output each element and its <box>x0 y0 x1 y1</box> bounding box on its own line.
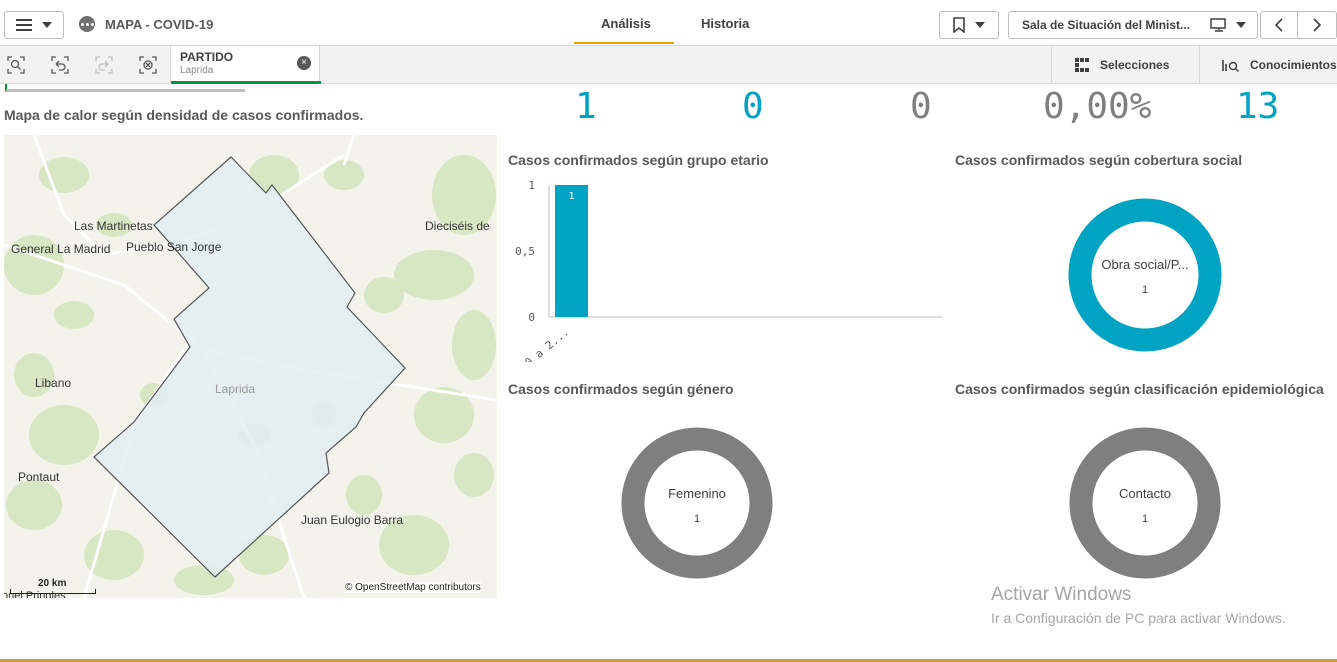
donut-label-coverage: Obra social/P... <box>1101 257 1189 272</box>
insights-button[interactable]: Conocimientos <box>1199 46 1337 84</box>
menu-icon <box>16 19 32 31</box>
tab-historia[interactable]: Historia <box>701 16 749 31</box>
map-label: General La Madrid <box>11 242 111 256</box>
chevron-down-icon <box>1236 22 1246 28</box>
windows-activation-text: Ir a Configuración de PC para activar Wi… <box>991 610 1286 626</box>
step-forward-icon <box>95 56 113 74</box>
sheet-selector[interactable]: Sala de Situación del Minist... <box>1008 11 1258 39</box>
heat-map[interactable]: Las Martinetas General La Madrid Pueblo … <box>4 135 497 598</box>
y-tick-label: 1 <box>528 179 535 192</box>
step-forward-button[interactable] <box>93 54 115 76</box>
donut-chart-coverage[interactable] <box>1068 198 1222 352</box>
chevron-left-icon <box>1275 18 1283 32</box>
map-label: Pontaut <box>18 470 60 484</box>
chart-title-age: Casos confirmados según grupo etario <box>508 152 769 168</box>
clear-all-selections-button[interactable] <box>137 54 159 76</box>
previous-sheet-button[interactable] <box>1260 11 1298 39</box>
donut-slice <box>1068 198 1222 352</box>
x-tick-label: 20 a 2... <box>517 325 571 362</box>
selections-label: Selecciones <box>1100 58 1170 72</box>
tab-analisis[interactable]: Análisis <box>601 16 651 31</box>
bookmarks-button[interactable] <box>939 11 999 39</box>
bar <box>555 185 588 317</box>
kpi-value-2: 0 <box>742 86 764 127</box>
y-tick-label: 0 <box>528 311 535 324</box>
map-label: Juan Eulogio Barra <box>301 513 404 527</box>
bar-chart-age[interactable]: 0 0,5 1 1 20 a 2... <box>505 172 950 362</box>
donut-value-coverage: 1 <box>1141 284 1149 296</box>
kpi-value-1: 1 <box>575 86 597 127</box>
y-tick-label: 0,5 <box>515 245 535 258</box>
donut-label-gender: Femenino <box>668 486 726 501</box>
donut-chart-epi[interactable] <box>1069 427 1221 579</box>
app-title: MAPA - COVID-19 <box>105 17 214 32</box>
map-title: Mapa de calor según densidad de casos co… <box>4 107 364 123</box>
bar-data-label: 1 <box>568 191 574 202</box>
chart-title-coverage: Casos confirmados según cobertura social <box>955 152 1243 168</box>
donut-label-epi: Contacto <box>1118 486 1172 501</box>
map-label: Laprida <box>215 382 256 396</box>
monitor-icon <box>1210 18 1226 32</box>
map-label: Las Martinetas <box>74 219 153 233</box>
bookmark-icon <box>953 17 965 33</box>
insights-label: Conocimientos <box>1250 58 1337 72</box>
donut-slice <box>1069 427 1221 579</box>
map-scale-label: 20 km <box>38 578 67 589</box>
smart-search-button[interactable] <box>5 54 27 76</box>
chevron-down-icon <box>975 22 985 28</box>
chart-title-epi: Casos confirmados según clasificación ep… <box>955 381 1324 397</box>
map-label: Pueblo San Jorge <box>126 240 222 254</box>
grid-icon <box>1075 58 1089 72</box>
global-menu-button[interactable] <box>4 11 64 39</box>
map-label: Dieciséis de <box>425 219 490 233</box>
chart-title-gender: Casos confirmados según género <box>508 381 734 397</box>
selection-field-name: PARTIDO <box>180 50 234 64</box>
donut-chart-gender[interactable] <box>621 427 773 579</box>
donut-slice <box>621 427 773 579</box>
clear-selections-icon <box>139 56 157 74</box>
selection-field-value: Laprida <box>180 65 214 76</box>
app-icon <box>79 16 95 32</box>
insights-icon <box>1222 60 1239 72</box>
close-icon[interactable]: × <box>297 56 311 70</box>
search-selection-icon <box>7 56 25 74</box>
step-back-button[interactable] <box>49 54 71 76</box>
next-sheet-button[interactable] <box>1298 11 1337 39</box>
donut-value-epi: 1 <box>1141 513 1149 525</box>
kpi-value-3: 0 <box>910 86 932 127</box>
map-scale: 20 km <box>10 578 96 594</box>
filter-indicator-bar <box>5 84 245 92</box>
donut-value-gender: 1 <box>693 513 701 525</box>
top-toolbar: MAPA - COVID-19 Análisis Historia Sala d… <box>0 0 1337 46</box>
kpi-value-5: 13 <box>1236 86 1280 127</box>
selection-bar: PARTIDO Laprida × Selecciones Conocimien… <box>0 46 1337 84</box>
kpi-value-4: 0,00% <box>1043 86 1152 127</box>
map-attribution[interactable]: © OpenStreetMap contributors <box>345 582 481 593</box>
step-back-icon <box>51 56 69 74</box>
active-tab-indicator <box>574 42 674 44</box>
sheet-title: Sala de Situación del Minist... <box>1022 18 1191 32</box>
selection-chip-partido[interactable]: PARTIDO Laprida × <box>170 46 321 84</box>
chevron-right-icon <box>1313 18 1321 32</box>
windows-activation-title: Activar Windows <box>991 584 1132 605</box>
selections-button[interactable]: Selecciones <box>1051 46 1199 84</box>
chevron-down-icon <box>42 22 52 28</box>
map-canvas <box>4 135 497 598</box>
map-label: Libano <box>35 376 72 390</box>
